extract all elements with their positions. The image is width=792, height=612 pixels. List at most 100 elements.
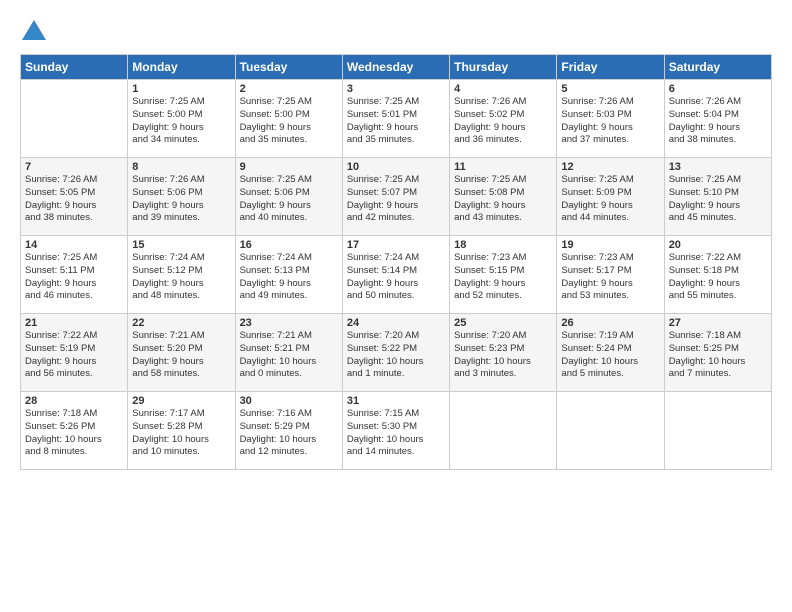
cell-week1-day6: 5Sunrise: 7:26 AM Sunset: 5:03 PM Daylig… [557,80,664,158]
day-number: 8 [132,161,230,173]
cell-info: Sunrise: 7:24 AM Sunset: 5:12 PM Dayligh… [132,252,230,303]
cell-week5-day5 [450,392,557,470]
day-number: 10 [347,161,445,173]
cell-info: Sunrise: 7:25 AM Sunset: 5:08 PM Dayligh… [454,174,552,225]
cell-week4-day3: 23Sunrise: 7:21 AM Sunset: 5:21 PM Dayli… [235,314,342,392]
cell-week4-day7: 27Sunrise: 7:18 AM Sunset: 5:25 PM Dayli… [664,314,771,392]
cell-info: Sunrise: 7:25 AM Sunset: 5:11 PM Dayligh… [25,252,123,303]
cell-week5-day3: 30Sunrise: 7:16 AM Sunset: 5:29 PM Dayli… [235,392,342,470]
day-number: 30 [240,395,338,407]
cell-info: Sunrise: 7:25 AM Sunset: 5:10 PM Dayligh… [669,174,767,225]
cell-week5-day6 [557,392,664,470]
day-number: 5 [561,83,659,95]
cell-info: Sunrise: 7:26 AM Sunset: 5:04 PM Dayligh… [669,96,767,147]
day-number: 14 [25,239,123,251]
cell-week1-day1 [21,80,128,158]
day-number: 7 [25,161,123,173]
cell-info: Sunrise: 7:15 AM Sunset: 5:30 PM Dayligh… [347,408,445,459]
col-header-tuesday: Tuesday [235,55,342,80]
cell-week3-day3: 16Sunrise: 7:24 AM Sunset: 5:13 PM Dayli… [235,236,342,314]
cell-week1-day7: 6Sunrise: 7:26 AM Sunset: 5:04 PM Daylig… [664,80,771,158]
cell-week2-day2: 8Sunrise: 7:26 AM Sunset: 5:06 PM Daylig… [128,158,235,236]
col-header-monday: Monday [128,55,235,80]
day-number: 9 [240,161,338,173]
cell-week2-day6: 12Sunrise: 7:25 AM Sunset: 5:09 PM Dayli… [557,158,664,236]
cell-week3-day6: 19Sunrise: 7:23 AM Sunset: 5:17 PM Dayli… [557,236,664,314]
cell-week2-day4: 10Sunrise: 7:25 AM Sunset: 5:07 PM Dayli… [342,158,449,236]
cell-week2-day1: 7Sunrise: 7:26 AM Sunset: 5:05 PM Daylig… [21,158,128,236]
cell-info: Sunrise: 7:18 AM Sunset: 5:25 PM Dayligh… [669,330,767,381]
cell-week2-day5: 11Sunrise: 7:25 AM Sunset: 5:08 PM Dayli… [450,158,557,236]
day-number: 13 [669,161,767,173]
cell-info: Sunrise: 7:23 AM Sunset: 5:15 PM Dayligh… [454,252,552,303]
day-number: 3 [347,83,445,95]
cell-info: Sunrise: 7:22 AM Sunset: 5:18 PM Dayligh… [669,252,767,303]
week-row-1: 1Sunrise: 7:25 AM Sunset: 5:00 PM Daylig… [21,80,772,158]
cell-week4-day2: 22Sunrise: 7:21 AM Sunset: 5:20 PM Dayli… [128,314,235,392]
cell-week3-day7: 20Sunrise: 7:22 AM Sunset: 5:18 PM Dayli… [664,236,771,314]
cell-info: Sunrise: 7:17 AM Sunset: 5:28 PM Dayligh… [132,408,230,459]
cell-info: Sunrise: 7:21 AM Sunset: 5:20 PM Dayligh… [132,330,230,381]
cell-info: Sunrise: 7:19 AM Sunset: 5:24 PM Dayligh… [561,330,659,381]
cell-week5-day7 [664,392,771,470]
week-row-3: 14Sunrise: 7:25 AM Sunset: 5:11 PM Dayli… [21,236,772,314]
day-number: 2 [240,83,338,95]
calendar-table: SundayMondayTuesdayWednesdayThursdayFrid… [20,54,772,470]
cell-week4-day1: 21Sunrise: 7:22 AM Sunset: 5:19 PM Dayli… [21,314,128,392]
col-header-wednesday: Wednesday [342,55,449,80]
day-number: 6 [669,83,767,95]
week-row-2: 7Sunrise: 7:26 AM Sunset: 5:05 PM Daylig… [21,158,772,236]
cell-info: Sunrise: 7:25 AM Sunset: 5:01 PM Dayligh… [347,96,445,147]
cell-week1-day4: 3Sunrise: 7:25 AM Sunset: 5:01 PM Daylig… [342,80,449,158]
day-number: 12 [561,161,659,173]
day-number: 29 [132,395,230,407]
cell-week4-day6: 26Sunrise: 7:19 AM Sunset: 5:24 PM Dayli… [557,314,664,392]
day-number: 21 [25,317,123,329]
day-number: 20 [669,239,767,251]
cell-info: Sunrise: 7:26 AM Sunset: 5:03 PM Dayligh… [561,96,659,147]
col-header-friday: Friday [557,55,664,80]
day-number: 26 [561,317,659,329]
day-number: 16 [240,239,338,251]
cell-info: Sunrise: 7:24 AM Sunset: 5:13 PM Dayligh… [240,252,338,303]
week-row-5: 28Sunrise: 7:18 AM Sunset: 5:26 PM Dayli… [21,392,772,470]
cell-info: Sunrise: 7:24 AM Sunset: 5:14 PM Dayligh… [347,252,445,303]
header [20,18,772,46]
cell-week3-day1: 14Sunrise: 7:25 AM Sunset: 5:11 PM Dayli… [21,236,128,314]
cell-week1-day3: 2Sunrise: 7:25 AM Sunset: 5:00 PM Daylig… [235,80,342,158]
cell-info: Sunrise: 7:18 AM Sunset: 5:26 PM Dayligh… [25,408,123,459]
cell-week3-day5: 18Sunrise: 7:23 AM Sunset: 5:15 PM Dayli… [450,236,557,314]
day-number: 19 [561,239,659,251]
cell-info: Sunrise: 7:25 AM Sunset: 5:07 PM Dayligh… [347,174,445,225]
cell-week1-day5: 4Sunrise: 7:26 AM Sunset: 5:02 PM Daylig… [450,80,557,158]
cell-week1-day2: 1Sunrise: 7:25 AM Sunset: 5:00 PM Daylig… [128,80,235,158]
cell-week3-day4: 17Sunrise: 7:24 AM Sunset: 5:14 PM Dayli… [342,236,449,314]
cell-week5-day4: 31Sunrise: 7:15 AM Sunset: 5:30 PM Dayli… [342,392,449,470]
day-number: 31 [347,395,445,407]
cell-info: Sunrise: 7:26 AM Sunset: 5:05 PM Dayligh… [25,174,123,225]
day-number: 25 [454,317,552,329]
week-row-4: 21Sunrise: 7:22 AM Sunset: 5:19 PM Dayli… [21,314,772,392]
day-number: 1 [132,83,230,95]
col-header-sunday: Sunday [21,55,128,80]
day-number: 17 [347,239,445,251]
day-number: 24 [347,317,445,329]
day-number: 27 [669,317,767,329]
day-number: 22 [132,317,230,329]
day-number: 28 [25,395,123,407]
col-header-saturday: Saturday [664,55,771,80]
cell-week4-day4: 24Sunrise: 7:20 AM Sunset: 5:22 PM Dayli… [342,314,449,392]
cell-week2-day7: 13Sunrise: 7:25 AM Sunset: 5:10 PM Dayli… [664,158,771,236]
page: SundayMondayTuesdayWednesdayThursdayFrid… [0,0,792,480]
cell-info: Sunrise: 7:26 AM Sunset: 5:06 PM Dayligh… [132,174,230,225]
day-number: 18 [454,239,552,251]
cell-info: Sunrise: 7:23 AM Sunset: 5:17 PM Dayligh… [561,252,659,303]
day-number: 4 [454,83,552,95]
cell-week2-day3: 9Sunrise: 7:25 AM Sunset: 5:06 PM Daylig… [235,158,342,236]
cell-info: Sunrise: 7:20 AM Sunset: 5:22 PM Dayligh… [347,330,445,381]
cell-info: Sunrise: 7:26 AM Sunset: 5:02 PM Dayligh… [454,96,552,147]
day-number: 15 [132,239,230,251]
logo [20,18,52,46]
col-header-thursday: Thursday [450,55,557,80]
cell-info: Sunrise: 7:25 AM Sunset: 5:00 PM Dayligh… [132,96,230,147]
